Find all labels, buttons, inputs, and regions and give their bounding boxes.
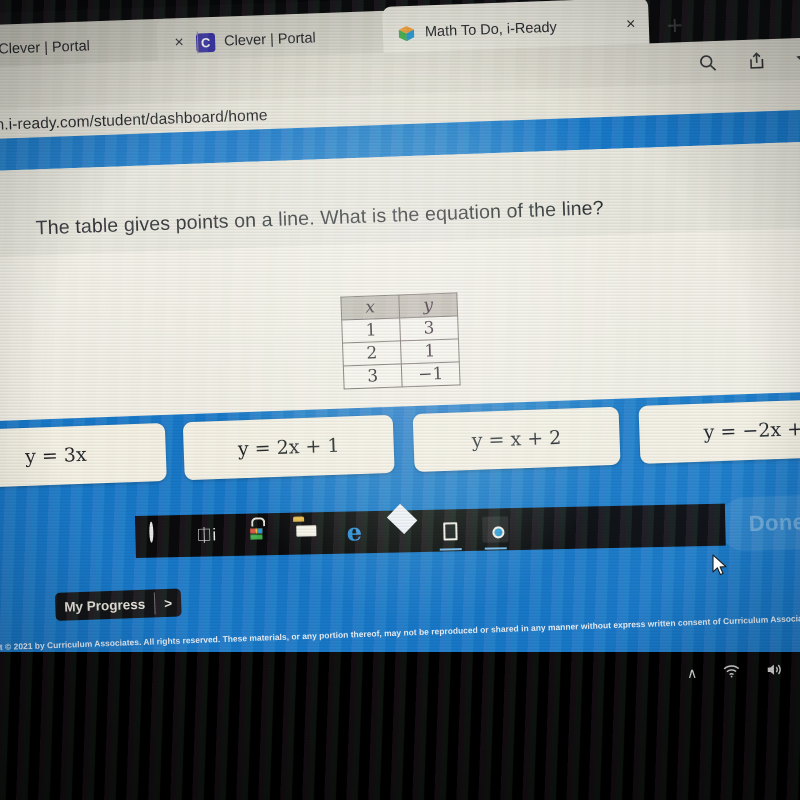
chevron-right-icon: >: [163, 595, 173, 611]
new-tab-button[interactable]: +: [666, 10, 683, 42]
toolbar-icon-group: [698, 48, 800, 77]
answer-choice-label: y = −2x + 5: [703, 417, 800, 444]
file-explorer-icon[interactable]: [293, 520, 320, 547]
chevron-up-icon[interactable]: ∧: [687, 664, 698, 681]
answer-choice-label: y = 3x: [24, 443, 88, 468]
chrome-browser-icon[interactable]: [482, 516, 509, 550]
answer-choice-label: y = 2x + 1: [237, 434, 340, 461]
table-cell-x: 1: [341, 317, 401, 344]
my-progress-label: My Progress: [63, 596, 146, 615]
search-icon[interactable]: [698, 52, 718, 77]
table-header-x: x: [340, 294, 400, 321]
task-view-icon[interactable]: ⎅ i: [197, 522, 224, 549]
answer-choice-3[interactable]: y = x + 2: [412, 406, 621, 473]
table-row: 3 −1: [343, 361, 461, 389]
question-card: The table gives points on a line. What i…: [0, 140, 800, 422]
mail-icon[interactable]: [389, 518, 416, 545]
question-band: [0, 140, 800, 258]
cortana-circle-icon[interactable]: [149, 521, 176, 550]
tab-close-icon[interactable]: ×: [171, 34, 188, 52]
table-cell-y: −1: [401, 361, 461, 387]
tab-title: Math To Do, i-Ready: [424, 19, 558, 41]
done-button[interactable]: Done →: [717, 492, 800, 553]
answer-choice-4[interactable]: y = −2x + 5: [638, 397, 800, 464]
points-table: x y 1 3 2 1 3 −1: [340, 292, 461, 390]
favorites-star-icon[interactable]: [796, 48, 800, 74]
done-button-label: Done: [748, 509, 800, 537]
windows-taskbar: [0, 652, 800, 800]
microsoft-store-icon[interactable]: [245, 521, 272, 548]
tab-close-icon[interactable]: ×: [623, 16, 640, 34]
table-cell-y: 1: [400, 338, 460, 364]
edge-browser-icon[interactable]: e: [341, 517, 368, 546]
monitor-screen: × C Clever | Portal × C Clever | Portal: [0, 0, 800, 714]
table-cell-x: 2: [342, 340, 402, 367]
answer-choice-label: y = x + 2: [471, 426, 562, 452]
answer-choice-1[interactable]: y = 3x: [0, 422, 167, 489]
photo-of-monitor: × C Clever | Portal × C Clever | Portal: [0, 0, 800, 800]
my-progress-button[interactable]: My Progress >: [54, 588, 182, 621]
tab-title: Clever | Portal: [223, 30, 316, 50]
volume-icon[interactable]: [766, 662, 782, 680]
table-cell-y: 3: [399, 315, 459, 341]
answer-choice-2[interactable]: y = 2x + 1: [182, 414, 395, 481]
table-cell-x: 3: [343, 363, 403, 389]
clever-icon: C: [195, 32, 216, 53]
system-tray: ∧: [687, 662, 783, 682]
wifi-icon[interactable]: [723, 663, 740, 680]
table-header-y: y: [398, 292, 458, 318]
tab-title: Clever | Portal: [0, 38, 91, 58]
office-icon[interactable]: [437, 517, 464, 551]
iready-page: The table gives points on a line. What i…: [0, 108, 800, 714]
share-icon[interactable]: [747, 51, 767, 76]
iready-cube-icon: [397, 23, 417, 43]
